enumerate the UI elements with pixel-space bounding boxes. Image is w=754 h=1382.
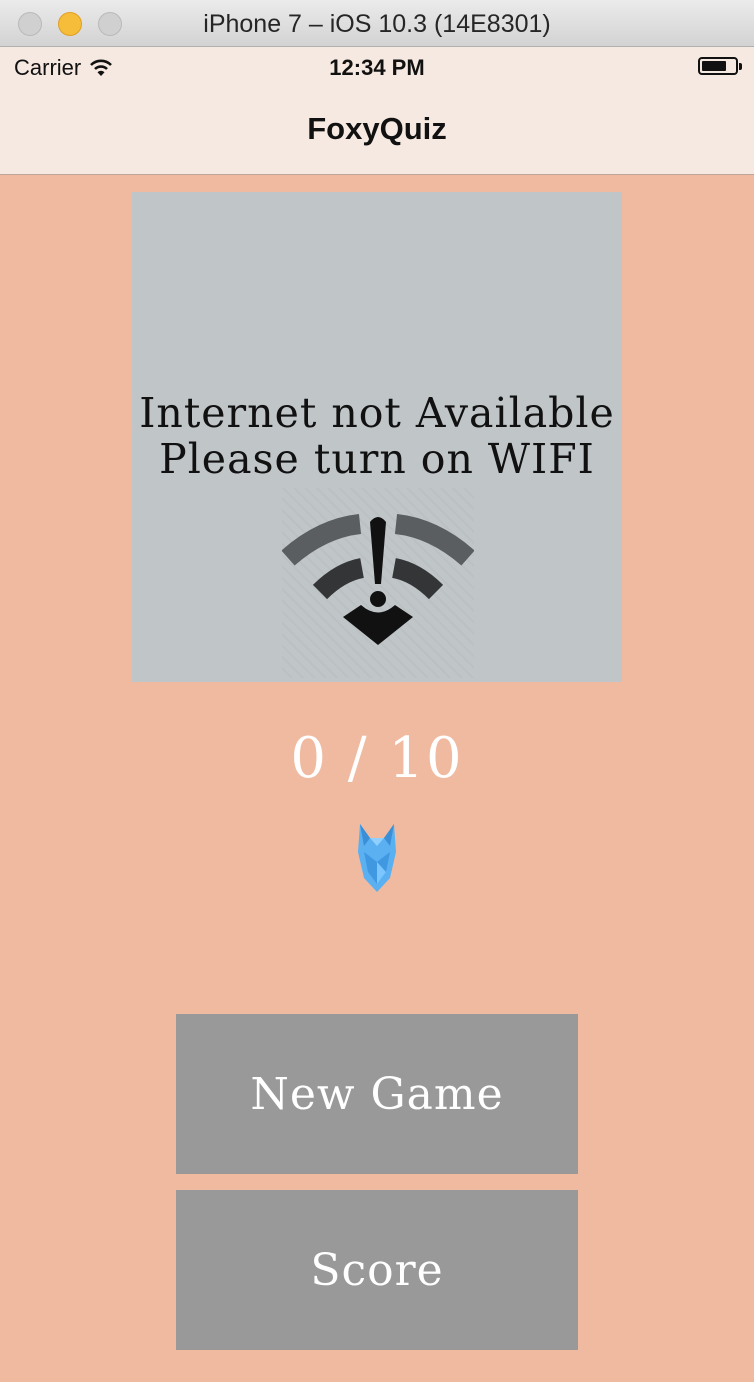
simulator-window: iPhone 7 – iOS 10.3 (14E8301) Carrier 12… <box>0 0 754 1382</box>
wifi-warning-icon <box>281 488 475 678</box>
battery-icon <box>698 57 742 75</box>
quiz-image-line2: Please turn on WIFI <box>159 435 595 483</box>
quiz-image-line1: Internet not Available <box>139 389 615 437</box>
quiz-image-text: Internet not Available Please turn on WI… <box>132 390 622 482</box>
nav-title: FoxyQuiz <box>307 111 447 146</box>
score-button[interactable]: Score <box>176 1190 578 1350</box>
status-time: 12:34 PM <box>329 55 425 80</box>
new-game-button[interactable]: New Game <box>176 1014 578 1174</box>
window-title: iPhone 7 – iOS 10.3 (14E8301) <box>203 10 551 38</box>
fox-logo-icon <box>358 824 396 892</box>
navigation-bar: Carrier 12:34 PM FoxyQuiz <box>0 47 754 175</box>
window-titlebar: iPhone 7 – iOS 10.3 (14E8301) <box>0 0 754 47</box>
quiz-image: Internet not Available Please turn on WI… <box>132 192 622 682</box>
question-progress: 0 / 10 <box>290 726 464 791</box>
